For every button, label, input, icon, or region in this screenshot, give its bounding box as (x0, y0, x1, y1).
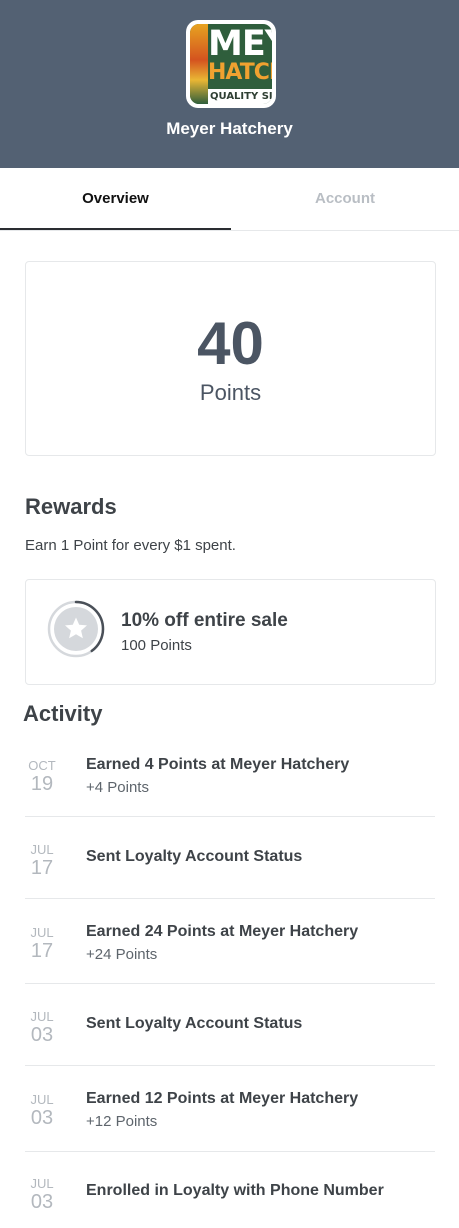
activity-subtitle: +12 Points (86, 1113, 158, 1130)
activity-subtitle: +4 Points (86, 779, 149, 796)
activity-item: JUL 17 Earned 24 Points at Meyer Hatcher… (25, 899, 435, 984)
logo-text-line2: HATCHI (208, 60, 272, 85)
activity-title: Sent Loyalty Account Status (86, 848, 303, 865)
logo-badge: MEYI HATCHI QUALITY SINC (190, 24, 272, 104)
activity-title: Enrolled in Loyalty with Phone Number (86, 1182, 384, 1199)
activity-title: Earned 12 Points at Meyer Hatchery (86, 1090, 359, 1107)
reward-progress-ring (47, 600, 105, 658)
activity-item: JUL 03 Enrolled in Loyalty with Phone Nu… (25, 1152, 435, 1228)
reward-name: 10% off entire sale (121, 610, 288, 631)
activity-date-day: 19 (30, 773, 54, 795)
rewards-description: Earn 1 Point for every $1 spent. (25, 537, 236, 554)
activity-title: Earned 24 Points at Meyer Hatchery (86, 923, 359, 940)
activity-item: JUL 03 Earned 12 Points at Meyer Hatcher… (25, 1066, 435, 1152)
reward-card[interactable]: 10% off entire sale 100 Points (25, 579, 436, 685)
activity-date-day: 03 (30, 1024, 54, 1046)
activity-date-month: JUL (30, 842, 54, 857)
activity-heading: Activity (23, 701, 103, 726)
activity-title: Earned 4 Points at Meyer Hatchery (86, 756, 350, 773)
activity-date-month: JUL (30, 1176, 54, 1191)
activity-date-day: 03 (30, 1191, 54, 1213)
activity-date-day: 17 (30, 857, 54, 879)
points-balance: 40 (197, 310, 264, 377)
store-header: MEYI HATCHI QUALITY SINC Meyer Hatchery (0, 0, 459, 168)
points-label: Points (199, 380, 262, 405)
activity-date-day: 17 (30, 940, 54, 962)
activity-item: JUL 17 Sent Loyalty Account Status (25, 817, 435, 899)
logo-text-line1: MEYI (208, 24, 272, 64)
store-logo: MEYI HATCHI QUALITY SINC (186, 20, 276, 108)
activity-title: Sent Loyalty Account Status (86, 1015, 303, 1032)
activity-date-month: JUL (30, 1092, 54, 1107)
points-card: 40 Points (25, 261, 436, 456)
activity-date-month: JUL (30, 1009, 54, 1024)
rewards-heading: Rewards (25, 494, 117, 519)
store-name: Meyer Hatchery (166, 119, 293, 138)
activity-item: JUL 03 Sent Loyalty Account Status (25, 984, 435, 1066)
reward-cost: 100 Points (121, 637, 192, 654)
activity-date-month: JUL (30, 925, 54, 940)
logo-artwork (190, 24, 208, 104)
activity-date-month: OCT (28, 758, 56, 773)
activity-subtitle: +24 Points (86, 946, 158, 963)
logo-text-line3: QUALITY SINC (208, 89, 272, 104)
activity-date-day: 03 (30, 1107, 54, 1129)
tab-bar: Overview Account (0, 168, 459, 231)
tab-account[interactable]: Account (231, 168, 459, 230)
tab-overview[interactable]: Overview (0, 168, 231, 230)
activity-item: OCT 19 Earned 4 Points at Meyer Hatchery… (25, 743, 435, 817)
